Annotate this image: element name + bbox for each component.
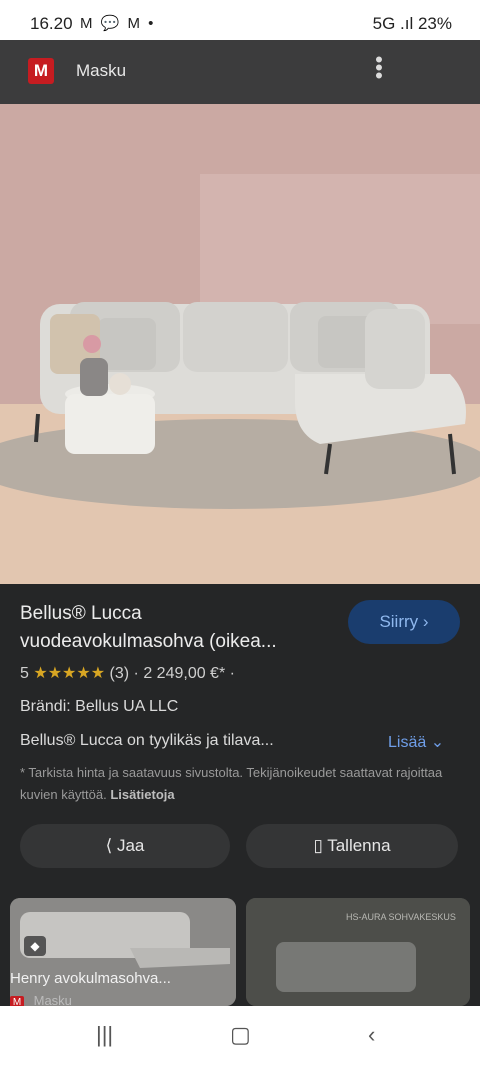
site-title: Masku bbox=[76, 61, 127, 80]
price: 2 249,00 €* bbox=[143, 665, 226, 682]
star-rating: ★★★★★ bbox=[33, 665, 106, 682]
notification-icons: M 💬 M • bbox=[80, 15, 156, 32]
visit-button[interactable]: Siirry › bbox=[348, 600, 460, 644]
tag-icon: ◆ bbox=[24, 936, 46, 956]
battery-status: 5G .ıl 23% bbox=[372, 14, 452, 33]
back-icon[interactable]: ‹ bbox=[368, 1022, 375, 1048]
brand-text: Brändi: Bellus UA LLC bbox=[20, 698, 179, 715]
clock: 16.20 bbox=[30, 14, 73, 33]
bookmark-icon: ▯ bbox=[313, 836, 323, 855]
chevron-down-icon: ⌄ bbox=[430, 734, 445, 751]
disclaimer: * Tarkista hinta ja saatavuus sivustolta… bbox=[20, 765, 443, 802]
recent-apps-icon[interactable]: ||| bbox=[96, 1022, 113, 1048]
chevron-right-icon: › bbox=[422, 612, 429, 631]
product-title[interactable]: Bellus® Lucca vuodeavokulmasohva (oikea.… bbox=[20, 600, 340, 656]
masku-logo: M bbox=[28, 58, 54, 84]
product-image[interactable] bbox=[0, 104, 480, 584]
share-button[interactable]: ⟨ Jaa bbox=[20, 824, 230, 868]
save-button[interactable]: ▯ Tallenna bbox=[246, 824, 458, 868]
hs-aura-banner: HS-AURA SOHVAKESKUS bbox=[346, 912, 456, 922]
more-button[interactable]: Lisää ⌄ bbox=[388, 732, 444, 752]
more-info-link[interactable]: Lisätietoja bbox=[110, 787, 174, 802]
related-title: Henry avokulmasohva... bbox=[10, 970, 171, 987]
more-vert-icon[interactable]: • • • bbox=[374, 49, 384, 87]
rating-row: 5 ★★★★★ (3) · 2 249,00 €* · bbox=[20, 665, 235, 682]
status-bar: 16.20 M 💬 M • 5G .ıl 23% bbox=[0, 0, 480, 40]
related-item-2[interactable]: HS-AURA SOHVAKESKUS bbox=[246, 898, 470, 1006]
description-text: Bellus® Lucca on tyylikäs ja tilava... bbox=[20, 732, 274, 749]
app-bar bbox=[0, 40, 480, 104]
home-icon[interactable]: ▢ bbox=[230, 1022, 251, 1048]
share-icon: ⟨ bbox=[105, 836, 113, 855]
system-nav-bar: ||| ▢ ‹ bbox=[0, 1006, 480, 1067]
